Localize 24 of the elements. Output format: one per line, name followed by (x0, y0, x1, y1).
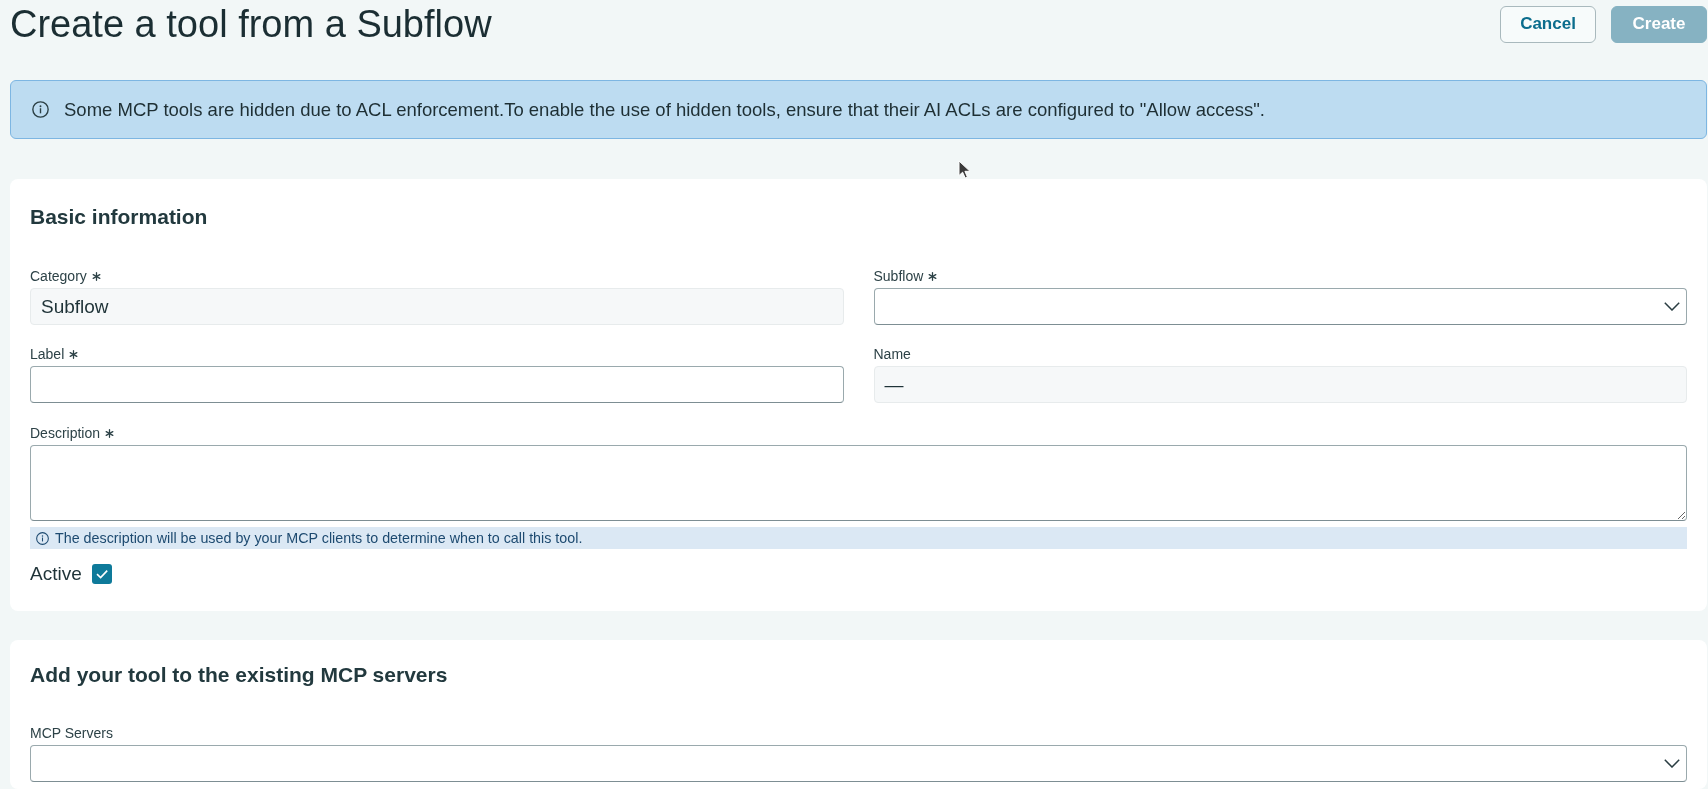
field-label: Name (873, 345, 911, 363)
field-label: Description (30, 424, 101, 442)
text-input[interactable] (30, 366, 844, 403)
section-title: Basic information (30, 205, 209, 229)
field-label: MCP Servers (30, 724, 113, 742)
description-textarea[interactable] (30, 445, 1687, 521)
select-field[interactable] (873, 288, 1687, 325)
field-label: Subflow (873, 267, 924, 285)
chevron-down-icon (1664, 759, 1680, 768)
select-field[interactable] (30, 745, 1687, 782)
field-label: Label (30, 345, 65, 363)
active-checkbox[interactable] (91, 564, 112, 584)
cancel-button[interactable]: Cancel (1500, 5, 1596, 43)
page-title: Create a tool from a Subflow (10, 4, 492, 44)
chevron-down-icon (1664, 302, 1680, 311)
field-label: Category (30, 267, 87, 285)
hint-text: The description will be used by your MCP clients to determine when to call this tool. (55, 530, 583, 546)
readonly-field: Subflow (30, 288, 844, 325)
readonly-field: — (873, 366, 1687, 403)
active-label: Active (30, 563, 82, 585)
banner-text: Some MCP tools are hidden due to ACL enforcement.To enable the use of hidden tools, ensure that their AI ACLs are configured to "Allow access". (64, 98, 1265, 121)
info-icon (36, 531, 49, 545)
section-title: Add your tool to the existing MCP servers (30, 663, 449, 687)
info-icon (32, 101, 49, 118)
